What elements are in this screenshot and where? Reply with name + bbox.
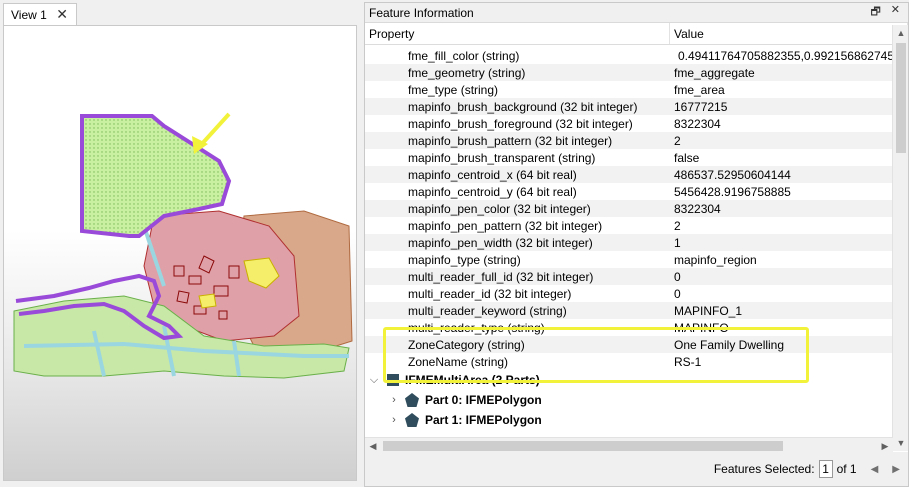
scroll-down-icon[interactable]: ▼ [893,435,909,451]
tree-item-part-0[interactable]: › Part 0: IFMEPolygon [365,390,893,410]
scroll-thumb[interactable] [896,43,906,153]
table-row[interactable]: mapinfo_brush_foreground (32 bit integer… [365,115,893,132]
page-number-field[interactable]: 1 [818,460,833,478]
table-row[interactable]: multi_reader_keyword (string) MAPINFO_1 [365,302,893,319]
table-row[interactable]: mapinfo_brush_pattern (32 bit integer) 2 [365,132,893,149]
table-row[interactable]: ZoneCategory (string) One Family Dwelling [365,336,893,353]
close-icon[interactable]: ✕ [56,6,68,23]
table-row[interactable]: multi_reader_id (32 bit integer) 0 [365,285,893,302]
float-icon[interactable]: 🗗 [870,3,880,22]
vertical-scrollbar[interactable]: ▲ ▼ [892,25,908,451]
panel-title: Feature Information [369,5,474,20]
property-table: fme_fill_color (string) 0.49411764705882… [365,47,893,439]
close-icon[interactable]: ✕ [891,3,900,22]
tree-item-multiarea[interactable]: ⌵ IFMEMultiArea (2 Parts) [365,370,893,390]
polygon-icon [405,413,419,427]
scroll-thumb-horizontal[interactable] [383,441,783,451]
table-row[interactable]: multi_reader_full_id (32 bit integer) 0 [365,268,893,285]
arrow-icon [192,112,231,154]
scroll-up-icon[interactable]: ▲ [893,25,909,41]
table-row[interactable]: ZoneName (string) RS-1 [365,353,893,370]
tab-label: View 1 [11,7,47,22]
table-row[interactable]: mapinfo_brush_background (32 bit integer… [365,98,893,115]
table-row[interactable]: fme_type (string) fme_area [365,81,893,98]
map-graphic [13,112,353,379]
map-canvas[interactable] [3,25,357,481]
status-bar: Features Selected: 1 of 1 ◀ ▶ [365,452,908,486]
multiarea-icon [387,374,399,386]
previous-page-icon[interactable]: ◀ [871,464,879,475]
chevron-right-icon[interactable]: › [387,414,401,426]
chevron-right-icon[interactable]: › [387,394,401,406]
panel-title-bar: Feature Information 🗗 ✕ [365,3,908,23]
next-page-icon[interactable]: ▶ [892,464,900,475]
table-row[interactable]: mapinfo_centroid_y (64 bit real) 5456428.… [365,183,893,200]
tab-view-1[interactable]: View 1 ✕ [3,3,77,25]
column-header-value[interactable]: Value [670,23,908,44]
feature-information-panel: Feature Information 🗗 ✕ Property Value f… [364,2,909,487]
table-header: Property Value [365,23,908,45]
table-row[interactable]: fme_geometry (string) fme_aggregate [365,64,893,81]
features-selected-label: Features Selected: [713,462,815,476]
table-row[interactable]: mapinfo_pen_width (32 bit integer) 1 [365,234,893,251]
view-pane: View 1 ✕ [0,0,362,487]
table-row[interactable]: mapinfo_pen_color (32 bit integer) 832230… [365,200,893,217]
tree-item-part-1[interactable]: › Part 1: IFMEPolygon [365,410,893,430]
polygon-icon [405,393,419,407]
chevron-down-icon[interactable]: ⌵ [367,374,381,387]
column-header-property[interactable]: Property [365,23,670,44]
table-row[interactable]: fme_fill_color (string) 0.49411764705882… [365,47,893,64]
horizontal-scrollbar[interactable]: ◀ ▶ [365,437,893,453]
table-row[interactable]: mapinfo_centroid_x (64 bit real) 486537.5… [365,166,893,183]
page-count: of 1 [836,462,857,476]
table-row[interactable]: mapinfo_pen_pattern (32 bit integer) 2 [365,217,893,234]
table-row[interactable]: mapinfo_brush_transparent (string) false [365,149,893,166]
table-row[interactable]: multi_reader_type (string) MAPINFO [365,319,893,336]
table-row[interactable]: mapinfo_type (string) mapinfo_region [365,251,893,268]
